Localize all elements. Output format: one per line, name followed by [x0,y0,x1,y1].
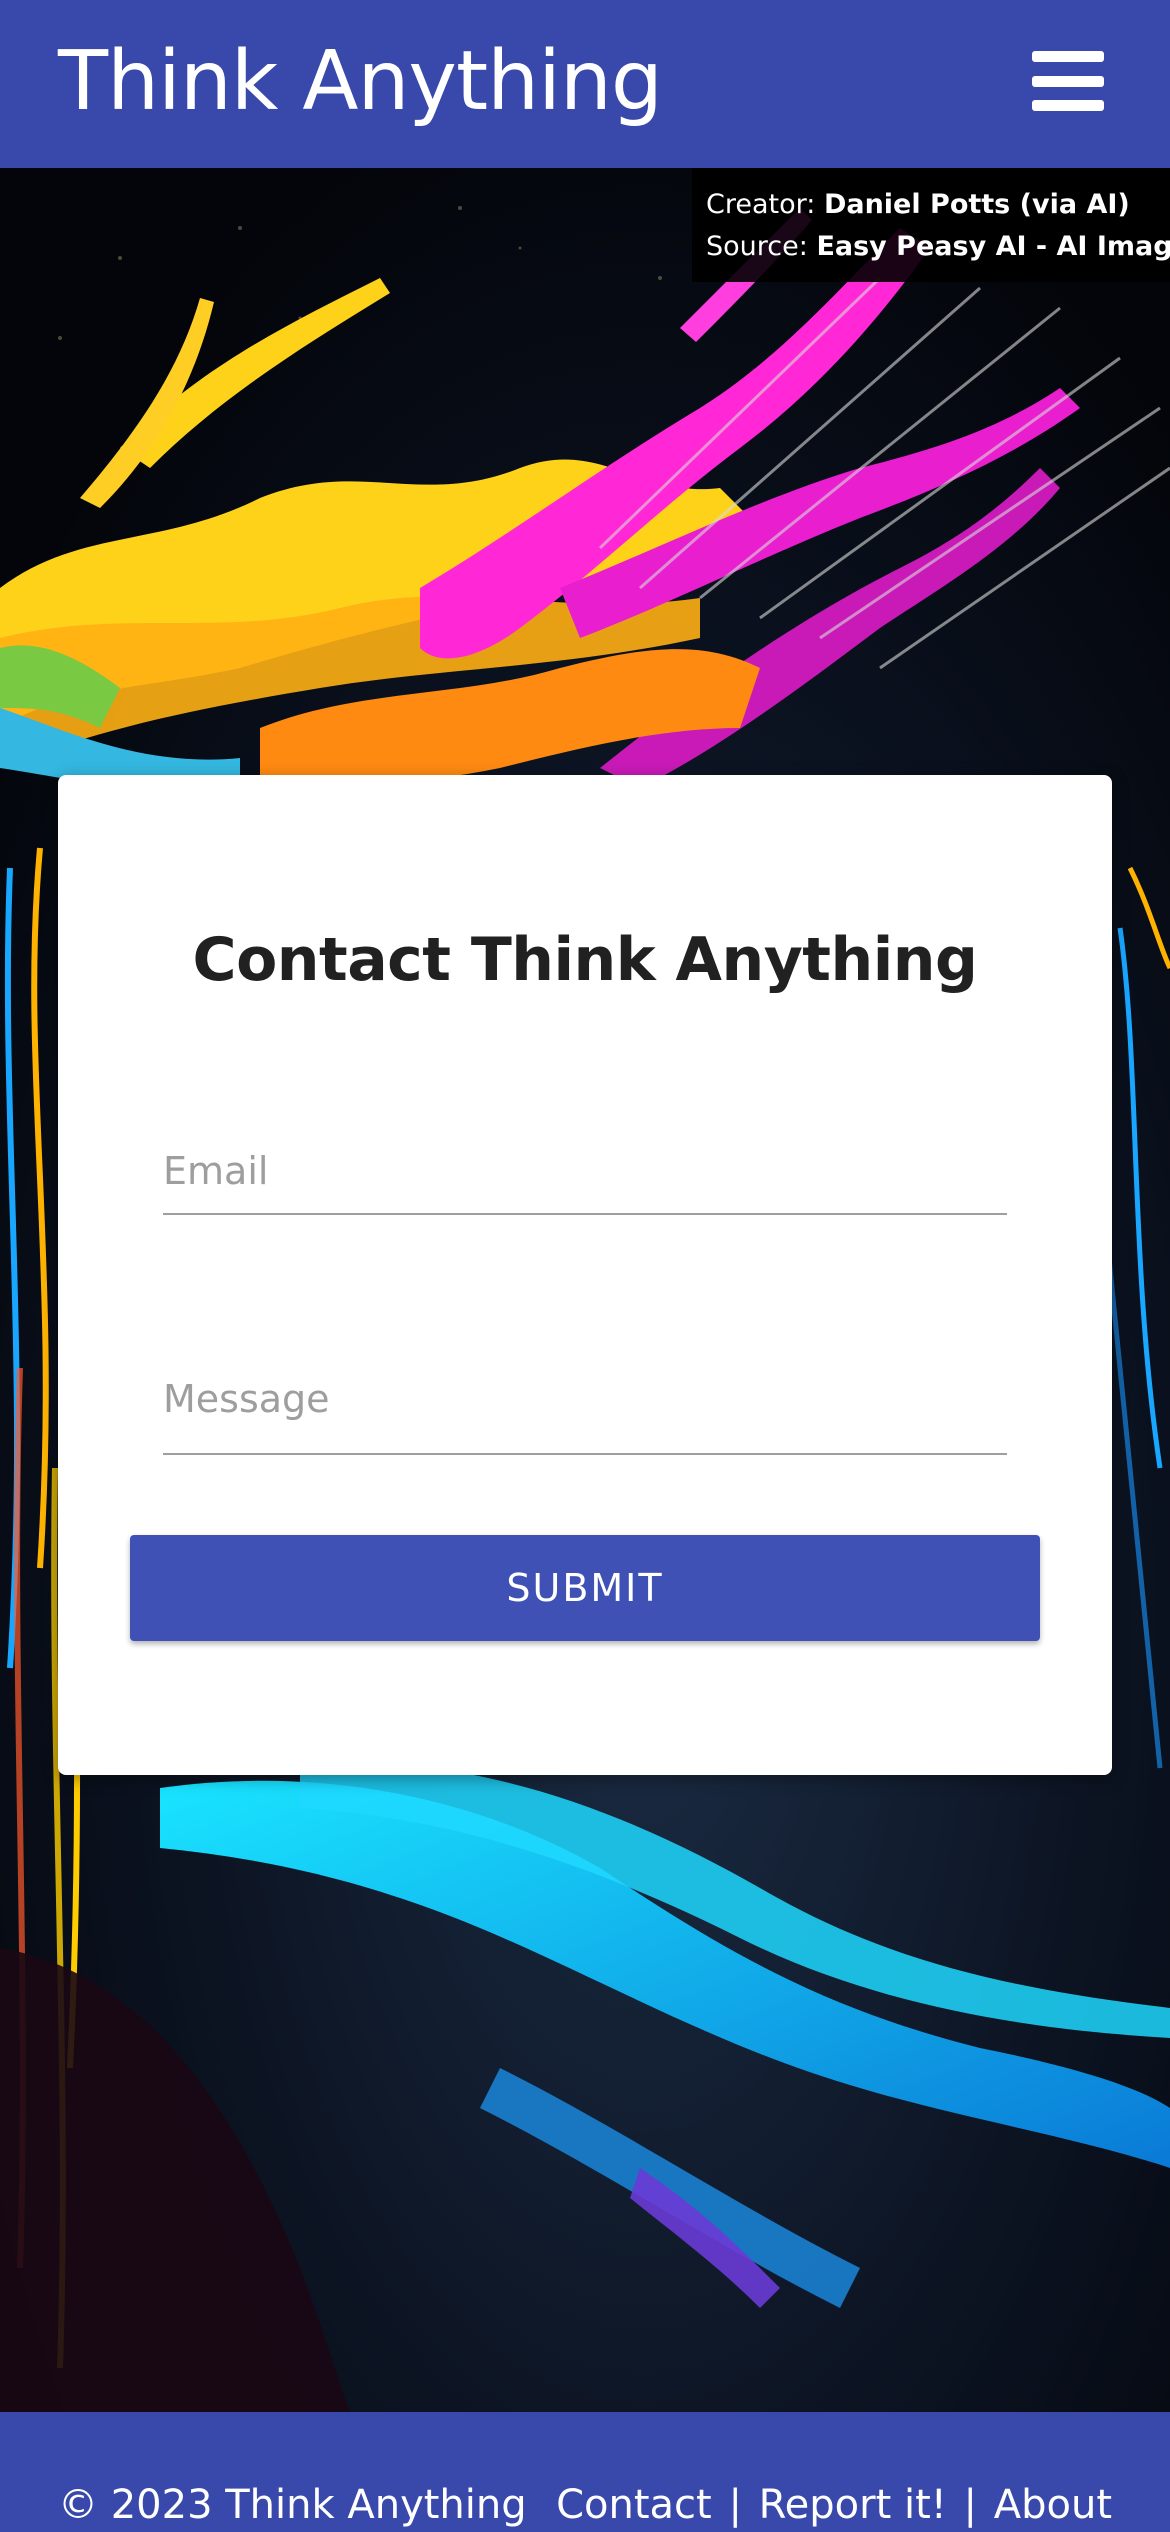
contact-title: Contact Think Anything [58,925,1112,995]
footer-link-contact[interactable]: Contact [556,2482,712,2528]
footer-separator: | [963,2482,978,2528]
credit-creator-name[interactable]: Daniel Potts (via AI) [824,189,1130,220]
submit-button[interactable]: SUBMIT [130,1535,1040,1641]
message-field [163,1355,1007,1455]
image-credit: Creator: Daniel Potts (via AI) Source: E… [692,168,1170,282]
footer-separator: | [728,2482,742,2528]
menu-bar [1032,100,1104,111]
top-app-bar: Think Anything [0,0,1170,168]
credit-source-name[interactable]: Easy Peasy AI - AI Images [816,231,1170,262]
footer-link-report[interactable]: Report it! [759,2482,947,2528]
credit-creator-line: Creator: Daniel Potts (via AI) [706,184,1156,226]
email-input[interactable] [163,1125,1007,1211]
footer: © 2023 Think Anything Contact | Report i… [0,2412,1170,2532]
credit-source-label: Source: [706,231,808,262]
credit-creator-label: Creator: [706,189,816,220]
site-title[interactable]: Think Anything [58,41,663,123]
message-input[interactable] [163,1355,1007,1451]
email-field [163,1125,1007,1215]
contact-card: Contact Think Anything SUBMIT [58,775,1112,1775]
contact-title-bold: Think Anything [470,925,978,995]
footer-copyright: © 2023 Think Anything [58,2482,527,2528]
footer-links: Contact | Report it! | About [556,2482,1112,2528]
contact-title-plain: Contact [192,925,451,995]
menu-bar [1032,75,1104,87]
credit-source-line: Source: Easy Peasy AI - AI Images [706,226,1170,268]
menu-bar [1032,51,1104,62]
contact-page: Think Anything Creator: Daniel Potts (vi… [0,0,1170,2532]
footer-link-about[interactable]: About [994,2482,1112,2528]
hamburger-menu-icon[interactable] [1032,51,1104,111]
